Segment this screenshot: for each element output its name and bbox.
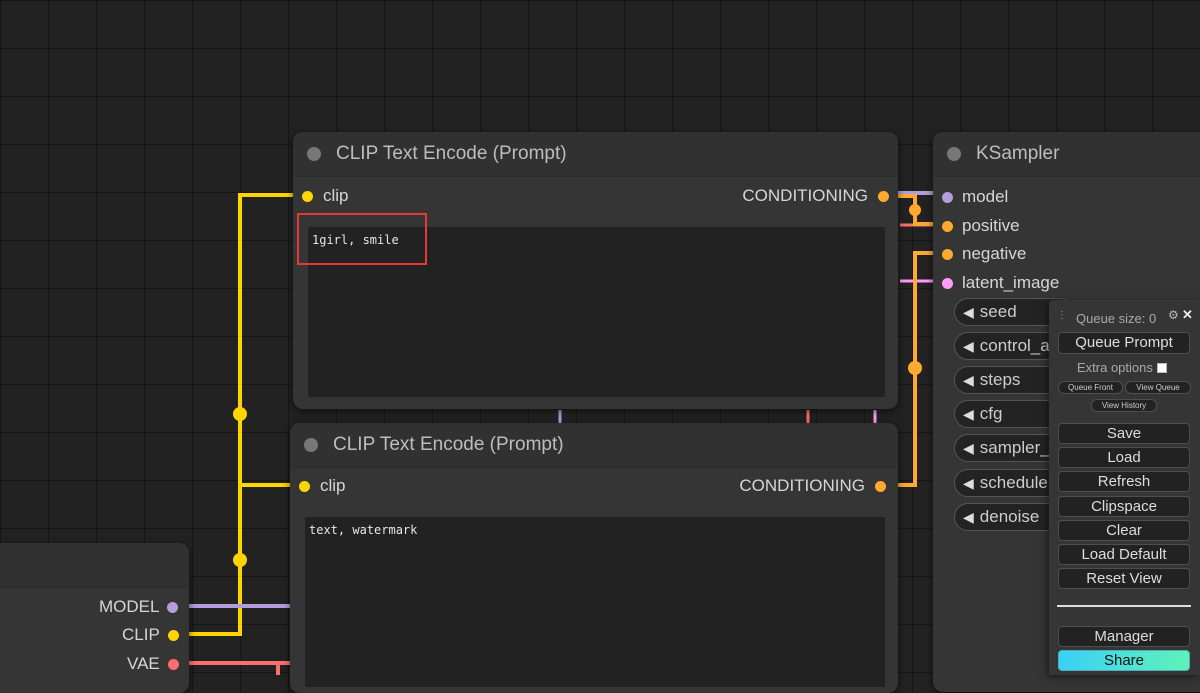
output-label-clip: CLIP	[122, 625, 160, 644]
clip-negative-header[interactable]: CLIP Text Encode (Prompt)	[290, 423, 898, 468]
conditioning-output-dot[interactable]	[875, 480, 886, 492]
view-history-button[interactable]: View History	[1091, 399, 1157, 412]
clip-input-dot[interactable]	[302, 190, 313, 202]
collapse-dot-icon[interactable]	[307, 147, 321, 161]
save-button[interactable]: Save	[1058, 423, 1190, 444]
clip-negative-output-label: CONDITIONING	[739, 476, 865, 495]
clip-negative-title: CLIP Text Encode (Prompt)	[333, 434, 564, 455]
reset-view-button[interactable]: Reset View	[1058, 568, 1190, 589]
negative-prompt-text: text, watermark	[309, 523, 418, 537]
queue-size-label: Queue size: 0	[1076, 311, 1157, 326]
clip-negative-output-slot[interactable]: CONDITIONING	[739, 476, 886, 496]
clip-text-encode-positive-node[interactable]: CLIP Text Encode (Prompt) clip CONDITION…	[293, 132, 898, 409]
manager-button[interactable]: Manager	[1058, 626, 1190, 647]
queue-menu-panel: ⋮ Queue size: 0 ⚙ ✕ Queue Prompt Extra o…	[1049, 300, 1200, 675]
positive-input-dot[interactable]	[942, 220, 953, 232]
ksampler-header[interactable]: KSampler	[933, 132, 1200, 177]
input-label-latent: latent_image	[962, 273, 1060, 292]
view-queue-button[interactable]: View Queue	[1125, 381, 1191, 394]
widget-scheduler-label: schedule	[979, 473, 1048, 492]
checkpoint-node-header[interactable]	[0, 543, 189, 588]
decrement-arrow-icon[interactable]: ◀	[963, 304, 974, 321]
widget-control-label: control_a	[979, 336, 1050, 355]
collapse-dot-icon[interactable]	[304, 438, 318, 452]
load-button[interactable]: Load	[1058, 447, 1190, 468]
ksampler-input-model[interactable]: model	[942, 187, 1008, 207]
extra-options-label: Extra options	[1077, 360, 1153, 375]
output-slot-vae[interactable]: VAE	[127, 654, 179, 674]
input-label-positive: positive	[962, 216, 1020, 235]
clip-positive-output-label: CONDITIONING	[742, 186, 868, 205]
refresh-button[interactable]: Refresh	[1058, 471, 1190, 492]
conditioning-output-dot[interactable]	[878, 190, 889, 202]
widget-sampler-label: sampler_	[979, 438, 1050, 457]
negative-prompt-textarea[interactable]: text, watermark	[305, 517, 885, 687]
collapse-dot-icon[interactable]	[947, 147, 961, 161]
input-label-negative: negative	[962, 244, 1027, 263]
decrement-arrow-icon[interactable]: ◀	[963, 338, 974, 355]
drag-handle-icon[interactable]: ⋮	[1057, 310, 1067, 321]
ksampler-title: KSampler	[976, 143, 1060, 164]
clip-negative-input-label: clip	[320, 476, 346, 495]
clip-positive-input-slot[interactable]: clip	[302, 186, 349, 206]
clip-positive-title: CLIP Text Encode (Prompt)	[336, 143, 567, 164]
clip-text-encode-negative-node[interactable]: CLIP Text Encode (Prompt) clip CONDITION…	[290, 423, 898, 693]
decrement-arrow-icon[interactable]: ◀	[963, 509, 974, 526]
menu-divider	[1057, 605, 1191, 607]
clear-button[interactable]: Clear	[1058, 520, 1190, 541]
ksampler-input-negative[interactable]: negative	[942, 244, 1026, 264]
decrement-arrow-icon[interactable]: ◀	[963, 372, 974, 389]
output-slot-model[interactable]: MODEL	[99, 597, 179, 617]
ksampler-input-latent[interactable]: latent_image	[942, 273, 1059, 293]
clip-slot-dot[interactable]	[167, 629, 179, 641]
decrement-arrow-icon[interactable]: ◀	[963, 440, 974, 457]
extra-options-checkbox[interactable]	[1156, 362, 1167, 373]
model-slot-dot[interactable]	[167, 601, 179, 613]
settings-gear-icon[interactable]: ⚙	[1168, 308, 1179, 322]
input-label-model: model	[962, 187, 1009, 206]
output-slot-clip[interactable]: CLIP	[122, 625, 179, 645]
load-default-button[interactable]: Load Default	[1058, 544, 1190, 565]
output-label-model: MODEL	[99, 597, 160, 616]
share-button[interactable]: Share	[1058, 650, 1190, 671]
queue-front-button[interactable]: Queue Front	[1058, 381, 1123, 394]
queue-prompt-button[interactable]: Queue Prompt	[1058, 332, 1190, 354]
model-input-dot[interactable]	[942, 191, 953, 203]
negative-input-dot[interactable]	[942, 248, 953, 260]
ksampler-input-positive[interactable]: positive	[942, 216, 1020, 236]
widget-steps-label: steps	[979, 370, 1021, 389]
widget-seed-label: seed	[979, 302, 1017, 321]
clip-positive-output-slot[interactable]: CONDITIONING	[742, 186, 889, 206]
widget-cfg-label: cfg	[979, 404, 1003, 423]
highlight-box	[297, 213, 427, 265]
clipspace-button[interactable]: Clipspace	[1058, 496, 1190, 517]
close-icon[interactable]: ✕	[1182, 307, 1193, 323]
decrement-arrow-icon[interactable]: ◀	[963, 406, 974, 423]
extra-options-row: Extra options	[1077, 360, 1167, 375]
clip-positive-input-label: clip	[323, 186, 349, 205]
clip-positive-header[interactable]: CLIP Text Encode (Prompt)	[293, 132, 898, 177]
clip-negative-input-slot[interactable]: clip	[299, 476, 346, 496]
output-label-vae: VAE	[127, 654, 160, 673]
widget-denoise-label: denoise	[979, 507, 1040, 526]
clip-input-dot[interactable]	[299, 480, 310, 492]
decrement-arrow-icon[interactable]: ◀	[963, 475, 974, 492]
latent-input-dot[interactable]	[942, 277, 953, 289]
vae-slot-dot[interactable]	[167, 658, 179, 670]
